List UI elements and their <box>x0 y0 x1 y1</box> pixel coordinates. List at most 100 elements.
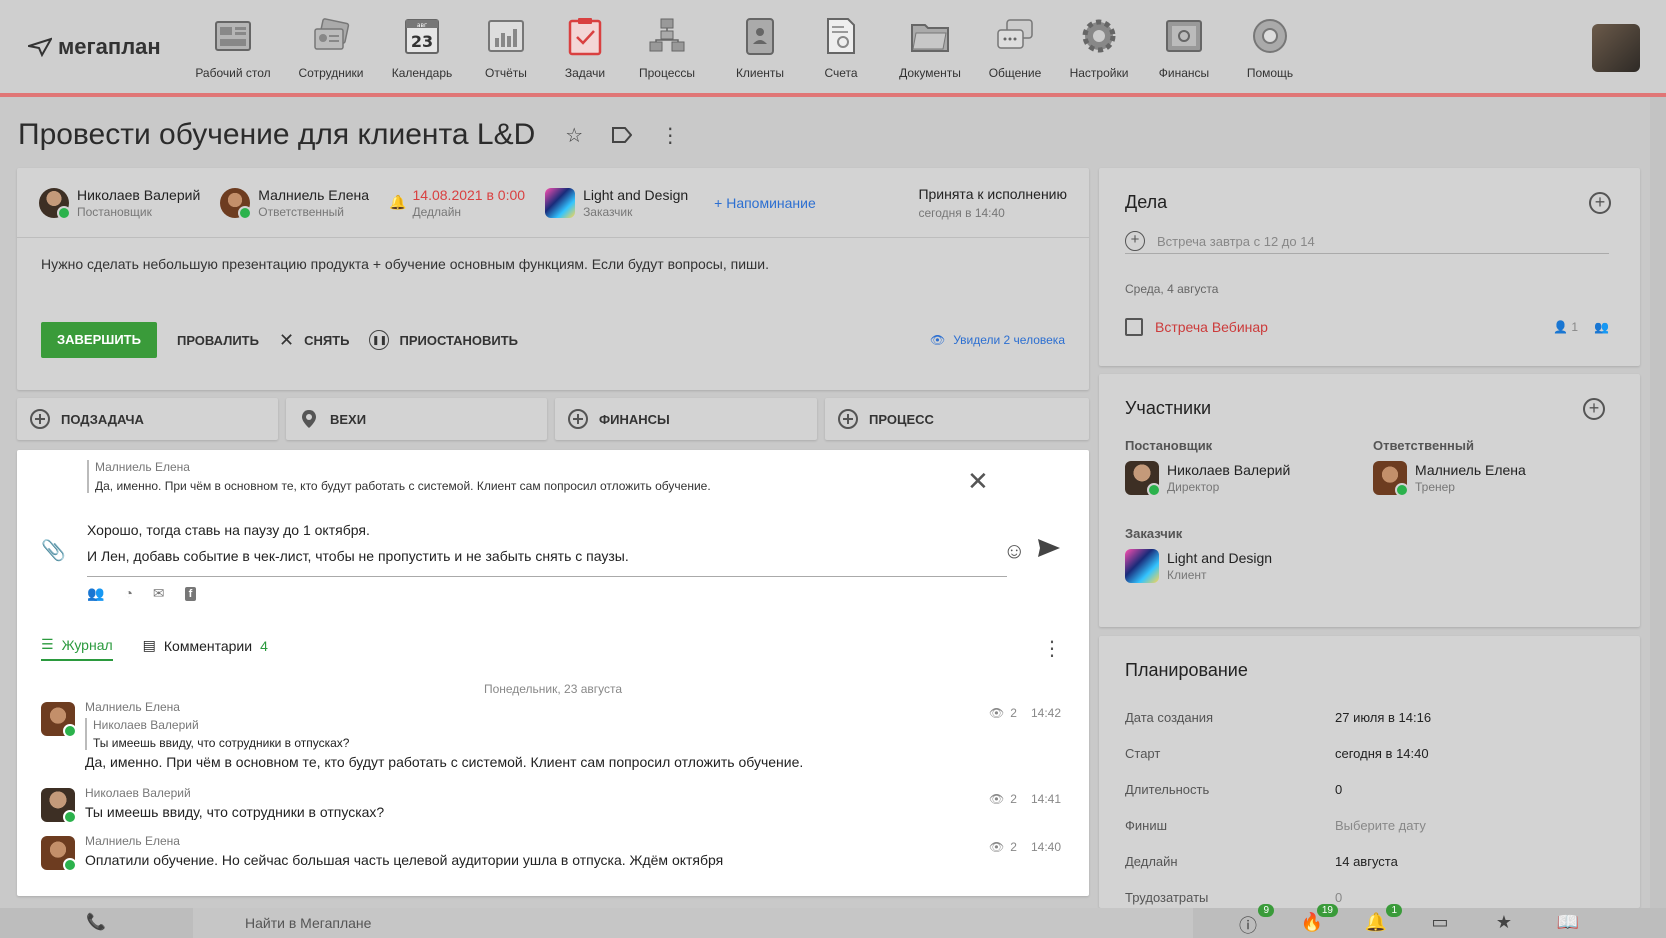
message-input[interactable]: Хорошо, тогда ставь на паузу до 1 октябр… <box>87 512 1007 577</box>
add-reminder-link[interactable]: + Напоминание <box>714 195 816 211</box>
planning-value: 14 августа <box>1335 854 1398 869</box>
nav-invoices[interactable]: Счета <box>802 14 880 80</box>
fail-button[interactable]: ПРОВАЛИТЬ <box>177 333 259 348</box>
timer-icon[interactable]: ◔ <box>124 585 132 602</box>
tag-icon[interactable] <box>611 124 633 146</box>
clients-icon <box>738 14 782 58</box>
more-vert-icon[interactable]: ⋮ <box>659 124 681 147</box>
messages-icon[interactable]: ▭ <box>1428 912 1452 934</box>
pause-button[interactable]: ❚❚ ПРИОСТАНОВИТЬ <box>369 330 518 350</box>
process-button[interactable]: ПРОЦЕСС <box>825 398 1089 440</box>
book-icon[interactable]: 📖 <box>1556 912 1580 934</box>
nav-help[interactable]: Помощь <box>1220 14 1320 80</box>
participant-person[interactable]: Light and Design Клиент <box>1125 549 1365 583</box>
more-vert-icon[interactable]: ⋮ <box>1042 636 1062 661</box>
planning-row[interactable]: Трудозатраты 0 <box>1125 890 1615 905</box>
client-name: Light and Design <box>583 186 689 203</box>
alerts-badge: 9 <box>1258 904 1274 917</box>
nav-desktop[interactable]: Рабочий стол <box>190 14 276 80</box>
entry-text: Оплатили обучение. Но сейчас большая час… <box>85 852 724 868</box>
nav-settings[interactable]: Настройки <box>1050 14 1148 80</box>
attach-icon[interactable]: 📎 <box>41 538 66 563</box>
phone-icon[interactable]: 📞 <box>86 912 106 932</box>
planning-key: Старт <box>1125 746 1161 761</box>
nav-processes[interactable]: Процессы <box>616 14 718 80</box>
remove-button[interactable]: ✕ СНЯТЬ <box>279 330 350 351</box>
participant-person[interactable]: Николаев Валерий Директор <box>1125 461 1365 497</box>
finance-label: ФИНАНСЫ <box>599 411 670 427</box>
setter[interactable]: Николаев Валерий Постановщик <box>39 187 200 220</box>
todo-input[interactable]: + Встреча завтра с 12 до 14 <box>1125 231 1609 254</box>
responsible[interactable]: Малниель Елена Ответственный <box>220 187 369 220</box>
add-circle-icon <box>568 409 588 429</box>
bell-icon[interactable]: 🔔 1 <box>1364 904 1402 934</box>
page-scrollbar[interactable] <box>1650 97 1666 908</box>
nav-tasks[interactable]: Задачи <box>554 14 616 80</box>
participant-role: Тренер <box>1415 480 1455 494</box>
help-icon <box>1248 14 1292 58</box>
close-quote-icon[interactable]: ✕ <box>967 466 989 497</box>
todo-count: 1 <box>1571 320 1579 334</box>
planning-row[interactable]: Дата создания 27 июля в 14:16 <box>1125 710 1615 725</box>
fire-icon[interactable]: 🔥 19 <box>1300 904 1338 934</box>
global-search-input[interactable]: Найти в Мегаплане <box>193 908 1193 938</box>
eye-icon: 👁 <box>989 840 1005 854</box>
star-icon[interactable]: ☆ <box>563 124 585 147</box>
send-icon[interactable] <box>1037 538 1061 563</box>
nav-documents[interactable]: Документы <box>880 14 980 80</box>
seen-by[interactable]: 👁 Увидели 2 человека <box>930 333 1065 347</box>
nav-finance[interactable]: Финансы <box>1148 14 1220 80</box>
planning-row[interactable]: Дедлайн 14 августа <box>1125 854 1615 869</box>
add-todo-icon[interactable]: + <box>1589 192 1611 214</box>
nav-label: Документы <box>899 66 961 80</box>
entry-author[interactable]: Николаев Валерий <box>85 786 1061 800</box>
favorites-star-icon[interactable]: ★ <box>1492 912 1516 934</box>
nav-label: Задачи <box>564 66 606 80</box>
task-status[interactable]: Принята к исполнению сегодня в 14:40 <box>918 186 1067 220</box>
tab-journal[interactable]: ☰ Журнал <box>41 636 113 661</box>
megaplan-logo[interactable]: мегаплан <box>28 34 161 60</box>
todo-checkbox[interactable] <box>1125 318 1143 336</box>
facebook-icon[interactable]: f <box>184 587 197 601</box>
add-subtask-button[interactable]: ПОДЗАДАЧА <box>17 398 278 440</box>
todo-text[interactable]: Встреча Вебинар <box>1155 319 1268 335</box>
bell-icon: 🔔 <box>389 194 407 210</box>
nav-label: Клиенты <box>735 66 785 80</box>
planning-row[interactable]: Старт сегодня в 14:40 <box>1125 746 1615 761</box>
tab-comments[interactable]: ▤ Комментарии 4 <box>143 637 268 660</box>
nav-employees[interactable]: Сотрудники <box>276 14 386 80</box>
list-item: Малниель Елена Николаев Валерий Ты имееш… <box>41 700 1061 770</box>
entry-author[interactable]: Малниель Елена <box>85 834 1061 848</box>
chat-icon <box>993 14 1037 58</box>
nav-reports[interactable]: Отчёты <box>458 14 554 80</box>
alert-icon[interactable]: ⓘ 9 <box>1236 904 1274 936</box>
planning-row[interactable]: Финиш Выберите дату <box>1125 818 1615 833</box>
setter-role: Постановщик <box>77 204 152 219</box>
logo-plane-icon <box>28 37 52 57</box>
nav-label: Финансы <box>1158 66 1210 80</box>
nav-chat[interactable]: Общение <box>980 14 1050 80</box>
entry-time: 14:41 <box>1030 792 1061 806</box>
nav-clients[interactable]: Клиенты <box>718 14 802 80</box>
people-icon[interactable]: 👥 <box>87 585 104 602</box>
deadline[interactable]: 🔔 14.08.2021 в 0:00 Дедлайн <box>389 187 525 219</box>
client[interactable]: Light and Design Заказчик <box>545 187 688 219</box>
emoji-icon[interactable]: ☺ <box>1003 538 1025 564</box>
participant-person[interactable]: Малниель Елена Тренер <box>1373 461 1613 497</box>
pin-icon <box>302 410 316 428</box>
planning-row[interactable]: Длительность 0 <box>1125 782 1615 797</box>
nav-label: Отчёты <box>485 66 527 80</box>
nav-calendar[interactable]: авг 23 Календарь <box>386 14 458 80</box>
eye-icon: 👁 <box>989 792 1005 806</box>
milestones-button[interactable]: ВЕХИ <box>286 398 547 440</box>
add-participant-icon[interactable]: + <box>1583 398 1605 420</box>
mail-icon[interactable]: ✉ <box>153 585 165 602</box>
user-avatar[interactable] <box>1592 24 1640 72</box>
finance-button[interactable]: ФИНАНСЫ <box>555 398 817 440</box>
message-tools: 👥 ◔ ✉ f <box>87 585 197 602</box>
entry-author[interactable]: Малниель Елена <box>85 700 1061 714</box>
participant-name: Малниель Елена <box>1415 462 1526 478</box>
finish-button[interactable]: ЗАВЕРШИТЬ <box>41 322 157 358</box>
quote-author: Николаев Валерий <box>93 718 199 732</box>
eye-icon: 👁 <box>989 706 1005 720</box>
